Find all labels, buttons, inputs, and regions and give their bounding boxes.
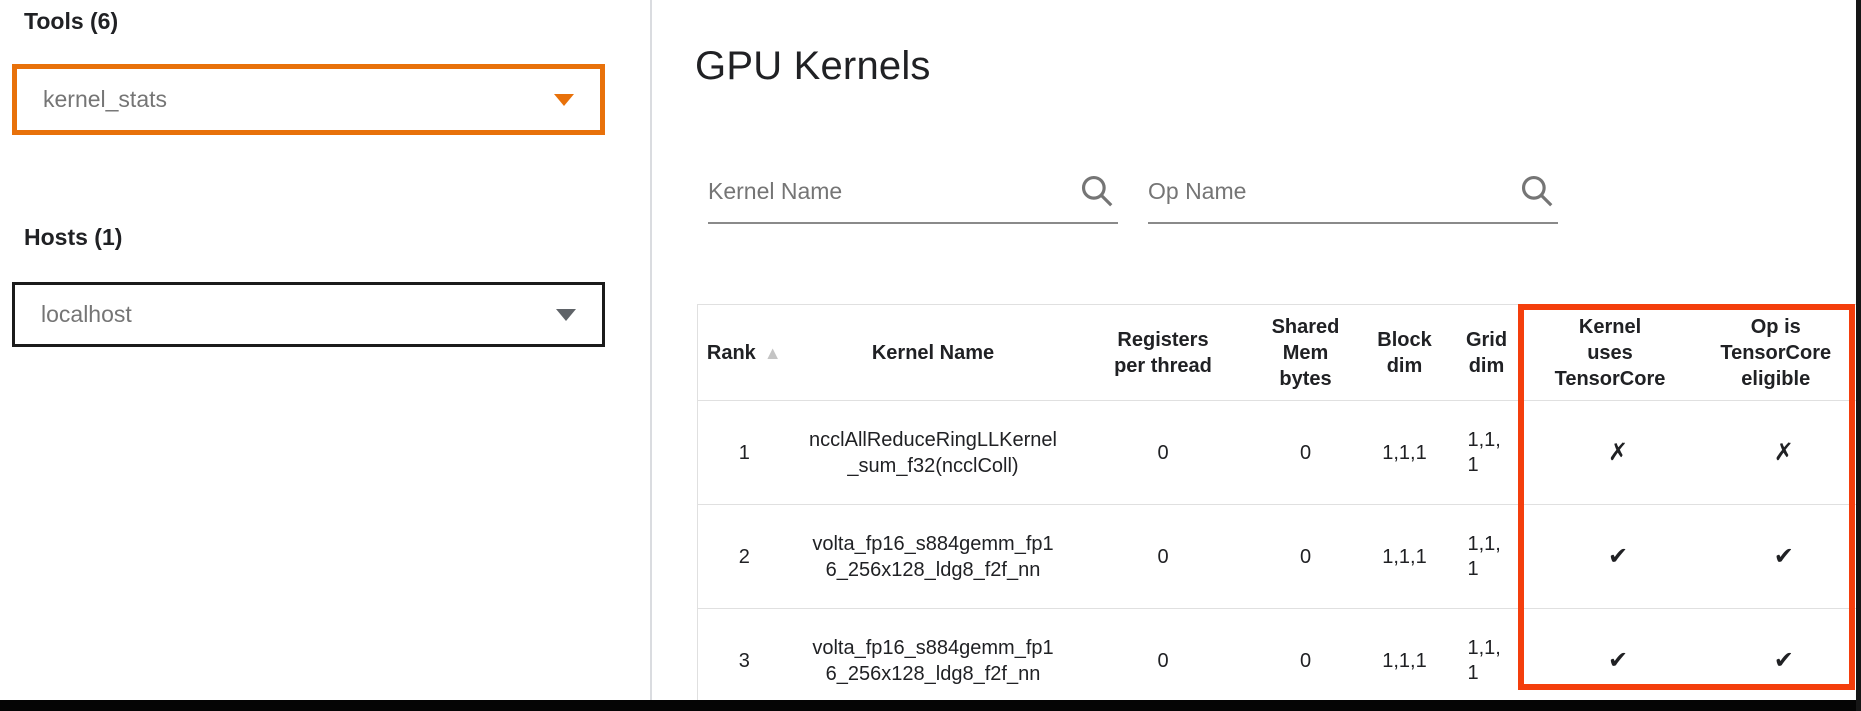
window-right-edge bbox=[1856, 0, 1861, 711]
tools-dropdown-value: kernel_stats bbox=[43, 86, 167, 113]
table-row: 2 volta_fp16_s884gemm_fp16_256x128_ldg8_… bbox=[698, 505, 1857, 609]
op-is-tensorcore-eligible-cell: ✗ bbox=[1696, 401, 1857, 505]
hosts-dropdown-value: localhost bbox=[41, 301, 132, 328]
table-row: 1 ncclAllReduceRingLLKernel_sum_f32(nccl… bbox=[698, 401, 1857, 505]
column-header-rank[interactable]: Rank▲ bbox=[698, 305, 791, 401]
tools-section-label: Tools (6) bbox=[24, 8, 118, 35]
sidebar-divider bbox=[650, 0, 652, 700]
kernel-name-filter bbox=[708, 166, 1118, 224]
window-bottom-edge bbox=[0, 700, 1861, 711]
shared-mem-bytes-cell: 0 bbox=[1251, 505, 1361, 609]
hosts-dropdown[interactable]: localhost bbox=[12, 282, 605, 347]
kernel-name-cell: volta_fp16_s884gemm_fp16_256x128_ldg8_f2… bbox=[791, 505, 1076, 609]
rank-cell: 2 bbox=[698, 505, 791, 609]
op-is-tensorcore-eligible-cell: ✔ bbox=[1696, 505, 1857, 609]
op-name-filter bbox=[1148, 166, 1558, 224]
rank-cell: 3 bbox=[698, 609, 791, 711]
column-header-kernel-uses-tensorcore[interactable]: Kernel uses TensorCore bbox=[1525, 305, 1696, 401]
column-header-registers-per-thread[interactable]: Registers per thread bbox=[1076, 305, 1251, 401]
grid-dim-cell: 1,1,1 bbox=[1449, 401, 1525, 505]
kernel-name-input[interactable] bbox=[708, 166, 1063, 216]
shared-mem-bytes-cell: 0 bbox=[1251, 401, 1361, 505]
column-header-op-is-tensorcore-eligible[interactable]: Op is TensorCore eligible bbox=[1696, 305, 1857, 401]
chevron-down-icon bbox=[554, 94, 574, 106]
search-icon bbox=[1518, 172, 1556, 210]
op-name-input[interactable] bbox=[1148, 166, 1503, 216]
kernel-name-cell: ncclAllReduceRingLLKernel_sum_f32(ncclCo… bbox=[791, 401, 1076, 505]
page-title: GPU Kernels bbox=[695, 44, 931, 89]
grid-dim-cell: 1,1,1 bbox=[1449, 609, 1525, 711]
column-header-kernel-name[interactable]: Kernel Name bbox=[791, 305, 1076, 401]
table-row: 3 volta_fp16_s884gemm_fp16_256x128_ldg8_… bbox=[698, 609, 1857, 711]
search-icon bbox=[1078, 172, 1116, 210]
chevron-down-icon bbox=[556, 309, 576, 321]
hosts-section-label: Hosts (1) bbox=[24, 224, 122, 251]
column-header-grid-dim[interactable]: Grid dim bbox=[1449, 305, 1525, 401]
registers-per-thread-cell: 0 bbox=[1076, 401, 1251, 505]
kernel-uses-tensorcore-cell: ✗ bbox=[1525, 401, 1696, 505]
kernel-uses-tensorcore-cell: ✔ bbox=[1525, 609, 1696, 711]
grid-dim-cell: 1,1,1 bbox=[1449, 505, 1525, 609]
block-dim-cell: 1,1,1 bbox=[1361, 401, 1449, 505]
shared-mem-bytes-cell: 0 bbox=[1251, 609, 1361, 711]
profiler-page: Tools (6) kernel_stats Hosts (1) localho… bbox=[0, 0, 1861, 711]
block-dim-cell: 1,1,1 bbox=[1361, 505, 1449, 609]
gpu-kernels-table: Rank▲ Kernel Name Registers per thread S… bbox=[697, 304, 1857, 711]
column-header-shared-mem-bytes[interactable]: Shared Mem bytes bbox=[1251, 305, 1361, 401]
sort-ascending-icon: ▲ bbox=[756, 343, 782, 363]
kernel-uses-tensorcore-cell: ✔ bbox=[1525, 505, 1696, 609]
registers-per-thread-cell: 0 bbox=[1076, 505, 1251, 609]
table-header-row: Rank▲ Kernel Name Registers per thread S… bbox=[698, 305, 1857, 401]
block-dim-cell: 1,1,1 bbox=[1361, 609, 1449, 711]
column-header-block-dim[interactable]: Block dim bbox=[1361, 305, 1449, 401]
kernel-name-cell: volta_fp16_s884gemm_fp16_256x128_ldg8_f2… bbox=[791, 609, 1076, 711]
rank-cell: 1 bbox=[698, 401, 791, 505]
op-is-tensorcore-eligible-cell: ✔ bbox=[1696, 609, 1857, 711]
tools-dropdown[interactable]: kernel_stats bbox=[12, 64, 605, 135]
registers-per-thread-cell: 0 bbox=[1076, 609, 1251, 711]
